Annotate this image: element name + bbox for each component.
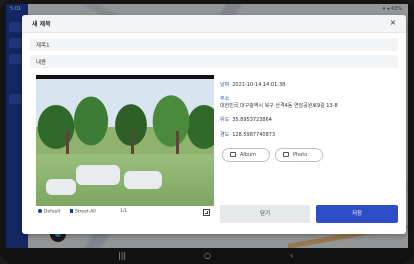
radio-icon [70,209,73,213]
radio-default[interactable]: Default [38,209,60,215]
photo-car [124,171,162,189]
expand-icon[interactable] [203,209,210,216]
tablet-device: 5:01 ▾ ◂ 43% 새 제목 × 제목1 내용 Default Stree… [0,0,414,264]
close-button[interactable]: 닫기 [220,205,310,223]
close-icon[interactable]: × [388,18,398,28]
photo-button[interactable]: Photo [275,148,323,162]
album-icon [230,152,236,157]
radio-street-label: Street-All [75,209,96,215]
album-label: Album [240,152,257,158]
photo-preview[interactable] [36,79,214,206]
recent-apps-icon[interactable]: ||| [118,251,126,261]
content-field[interactable]: 내용 [30,55,398,68]
photo-footer: Default Street-All 1/1 [36,206,214,220]
album-button[interactable]: Album [222,148,270,162]
radio-street[interactable]: Street-All [70,209,96,215]
dialog-header: 새 제목 × [22,15,406,33]
save-button[interactable]: 저장 [316,205,398,223]
title-field-value: 제목1 [36,43,50,49]
longitude-label: 경도 [220,132,230,138]
back-icon[interactable]: ‹ [290,251,293,261]
info-address-label: 주소 [220,95,232,102]
content-field-value: 내용 [36,60,47,66]
info-address-value: 대한민국 대구광역시 북구 산격4동 연암공원로9길 13-8 [220,103,338,109]
camera-icon [283,152,289,157]
photo-trees [36,87,214,157]
photo-car [46,179,76,195]
photo-car [76,165,120,185]
radio-default-label: Default [44,209,61,215]
info-latitude: 위도 35.8953723864 [220,116,272,123]
home-icon[interactable]: ○ [204,251,211,261]
datetime-label: 날짜 [220,82,230,88]
photo-count: 1/1 [120,209,128,214]
info-longitude: 경도 128.5987740873 [220,131,275,138]
datetime-value: 2021-10-14 14:01:38 [232,82,286,88]
latitude-value: 35.8953723864 [232,117,272,123]
new-entry-dialog: 새 제목 × 제목1 내용 Default Street-All 1/1 날짜 … [22,15,406,234]
dialog-title: 새 제목 [32,21,51,28]
latitude-label: 위도 [220,117,230,123]
system-nav-bar: ||| ○ ‹ [0,248,414,264]
radio-selected-icon [38,209,42,213]
title-field[interactable]: 제목1 [30,38,398,51]
photo-label: Photo [293,152,308,158]
info-datetime: 날짜 2021-10-14 14:01:38 [220,81,285,88]
longitude-value: 128.5987740873 [232,132,276,138]
